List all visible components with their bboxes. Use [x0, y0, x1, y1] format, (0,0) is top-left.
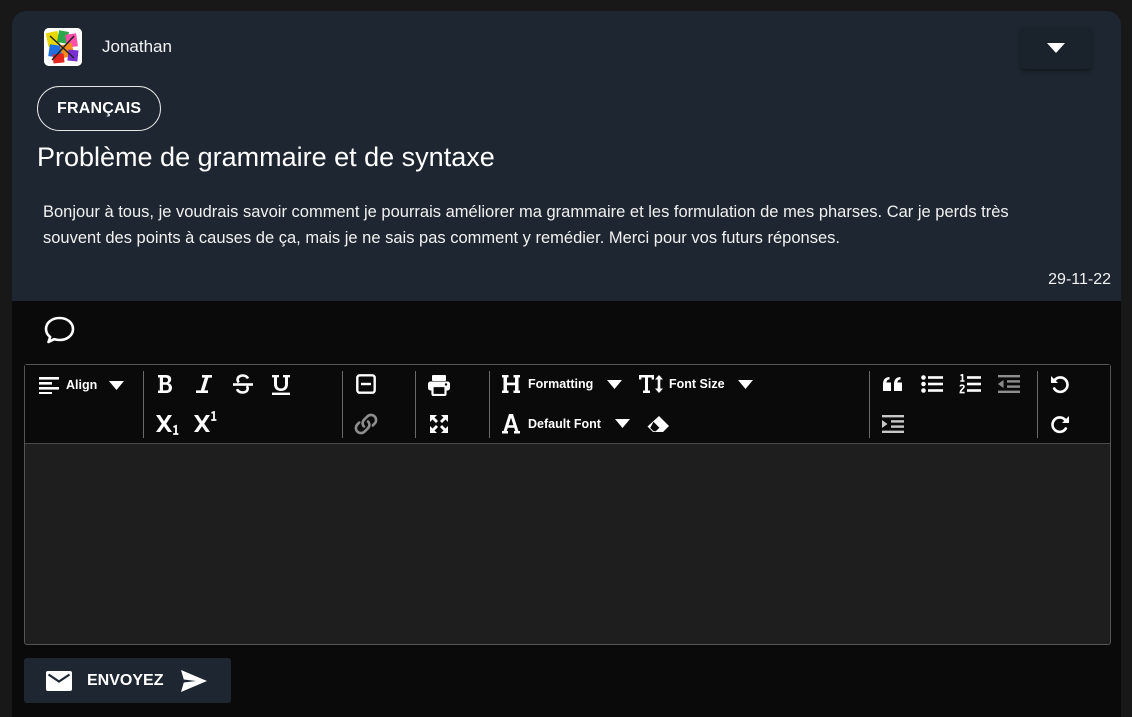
clear-formatting-button[interactable] [646, 415, 670, 433]
undo-icon [1051, 376, 1069, 394]
align-left-icon [39, 377, 59, 394]
formatting-label: Formatting [528, 377, 594, 391]
bold-icon [158, 375, 172, 393]
align-dropdown[interactable]: Align [39, 376, 125, 394]
toolbar-separator [1037, 371, 1038, 438]
bullet-list-button[interactable] [921, 375, 943, 393]
avatar[interactable] [44, 28, 82, 66]
font-icon [502, 414, 520, 434]
blockquote-button[interactable] [882, 376, 904, 392]
caret-down-icon [1047, 43, 1065, 53]
reply-editor: Align Formatting Font Size Default Font [24, 364, 1111, 645]
align-label: Align [66, 378, 98, 392]
superscript-button[interactable] [193, 411, 217, 433]
text-height-icon [639, 375, 663, 393]
default-font-label: Default Font [528, 416, 601, 431]
post-menu-button[interactable] [1021, 27, 1091, 69]
subject-tag[interactable]: FRANÇAIS [37, 86, 162, 131]
italic-button[interactable] [195, 374, 213, 394]
formatting-dropdown[interactable]: Formatting [501, 374, 623, 394]
superscript-icon [194, 411, 217, 432]
caret-down-icon [109, 380, 125, 390]
toolbar-separator [489, 371, 490, 438]
toolbar-separator [869, 371, 870, 438]
print-icon [428, 375, 450, 396]
subscript-icon [156, 415, 179, 435]
indent-icon [882, 415, 904, 433]
post-date: 29-11-22 [1048, 271, 1111, 288]
caret-down-icon [607, 379, 623, 389]
envelope-icon [46, 670, 72, 691]
print-button[interactable] [427, 374, 451, 396]
link-button[interactable] [353, 413, 379, 435]
strikethrough-button[interactable] [232, 374, 254, 394]
underline-icon [272, 375, 290, 395]
editor-content-area[interactable] [25, 444, 1110, 644]
post-body: Bonjour à tous, je voudrais savoir comme… [43, 203, 1009, 247]
underline-button[interactable] [271, 374, 291, 395]
undo-button[interactable] [1050, 374, 1070, 394]
toolbar-separator [415, 371, 416, 438]
bullet-list-icon [921, 375, 943, 393]
toolbar-separator [342, 371, 343, 438]
send-button[interactable]: ENVOYEZ [24, 658, 231, 703]
send-label: ENVOYEZ [87, 671, 164, 689]
font-size-dropdown[interactable]: Font Size [638, 374, 753, 394]
outdent-button[interactable] [998, 375, 1020, 393]
bold-button[interactable] [156, 374, 174, 394]
toolbar-separator [143, 371, 144, 438]
link-icon [354, 413, 378, 435]
horizontal-rule-icon [356, 374, 376, 394]
indent-button[interactable] [882, 415, 904, 433]
comment-icon[interactable] [43, 315, 76, 345]
eraser-icon [647, 416, 669, 432]
strikethrough-icon [233, 374, 253, 394]
editor-toolbar: Align Formatting Font Size Default Font [25, 365, 1110, 444]
post-title: Problème de grammaire et de syntaxe [37, 142, 495, 172]
subscript-button[interactable] [155, 413, 179, 435]
caret-down-icon [614, 419, 630, 428]
post-card: Jonathan FRANÇAIS Problème de grammaire … [12, 11, 1121, 717]
heading-icon [502, 375, 520, 393]
outdent-icon [998, 375, 1020, 393]
font-family-dropdown[interactable]: Default Font [501, 413, 630, 434]
paper-plane-icon [181, 669, 208, 692]
redo-icon [1051, 416, 1069, 434]
ordered-list-button[interactable] [959, 374, 981, 394]
expand-arrows-icon [430, 415, 448, 433]
italic-icon [196, 375, 212, 393]
quote-icon [883, 377, 902, 391]
font-size-label: Font Size [669, 377, 725, 391]
fullscreen-button[interactable] [429, 414, 449, 434]
post-header: Jonathan FRANÇAIS Problème de grammaire … [12, 11, 1121, 301]
caret-down-icon [737, 379, 753, 389]
redo-button[interactable] [1050, 414, 1070, 434]
author-name[interactable]: Jonathan [102, 37, 172, 57]
ordered-list-icon [959, 374, 981, 394]
horizontal-rule-button[interactable] [356, 374, 376, 394]
